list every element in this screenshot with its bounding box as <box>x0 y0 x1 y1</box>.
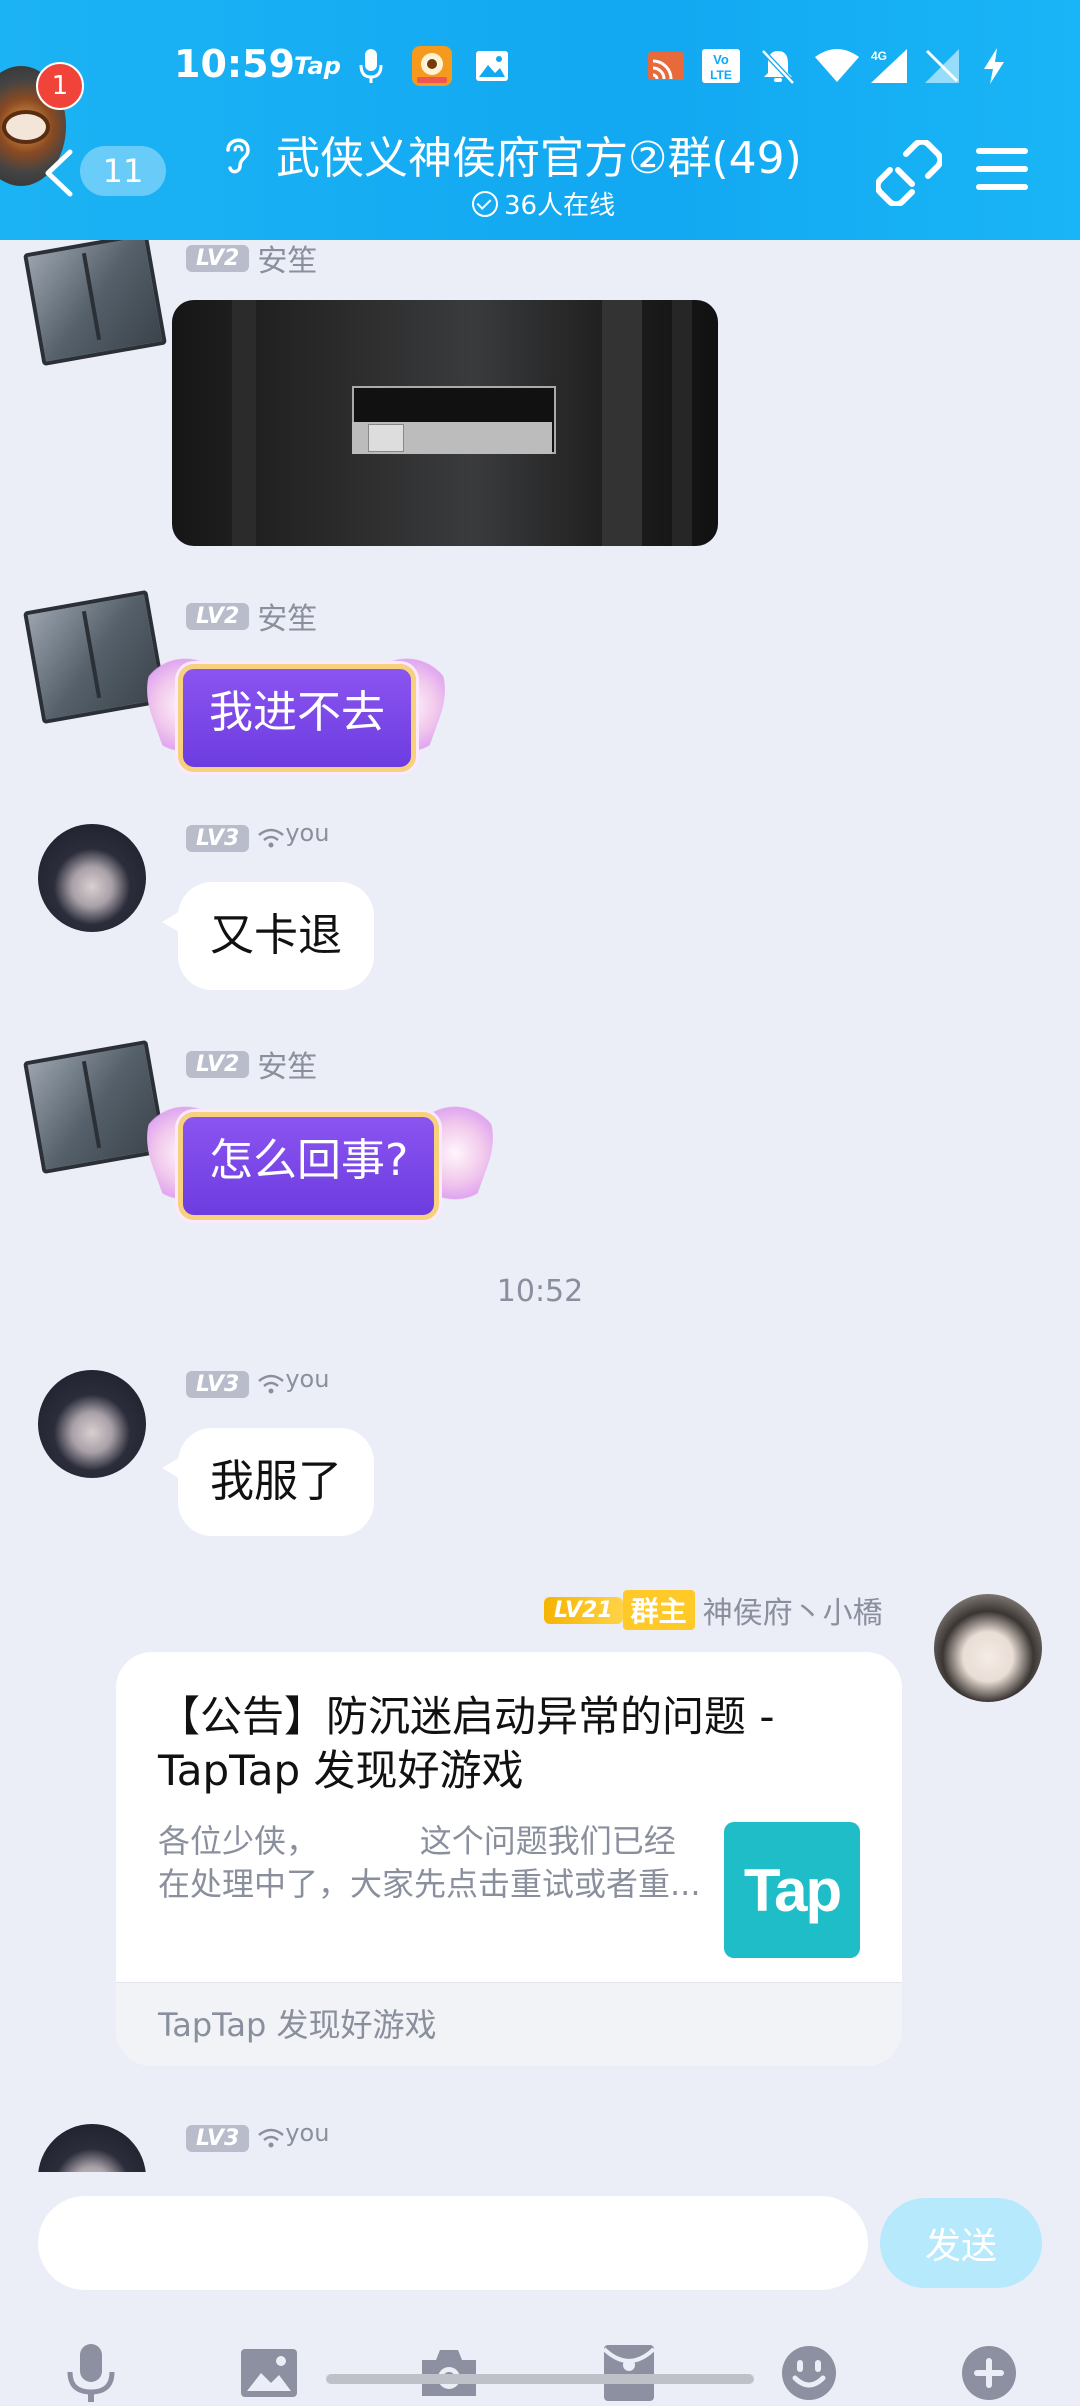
card-title: 【公告】防沉迷启动异常的问题 - TapTap 发现好游戏 <box>158 1692 775 1795</box>
ear-icon[interactable] <box>218 128 258 178</box>
taptap-logo: Tap <box>724 1822 860 1958</box>
level-badge: LV2 <box>186 244 250 272</box>
emoji-icon[interactable] <box>774 2340 844 2406</box>
chat-area[interactable]: LV2 安笙 LV2 安笙 我进不去 LV3 you 又卡退 LV2 安笙 怎么… <box>0 240 1080 2172</box>
avatar[interactable] <box>23 1039 167 1175</box>
message-input[interactable] <box>38 2196 868 2290</box>
gallery-icon <box>474 46 510 86</box>
status-time: 10:59 <box>174 42 295 86</box>
image-icon[interactable] <box>234 2340 304 2406</box>
wifi-icon <box>814 46 860 86</box>
sender-name[interactable]: you <box>285 1365 329 1393</box>
link-card[interactable]: 【公告】防沉迷启动异常的问题 - TapTap 发现好游戏 各位少侠， 这个问题… <box>116 1652 902 2066</box>
wifi-icon <box>257 827 285 849</box>
sender-row: LV3 you <box>186 1365 329 1402</box>
svg-text:LTE: LTE <box>710 68 732 82</box>
avatar[interactable] <box>934 1594 1042 1702</box>
owner-badge: 群主 <box>622 1590 695 1630</box>
card-description: 各位少侠， 这个问题我们已经在处理中了，大家先点击重试或者重... <box>158 1822 701 1903</box>
group-title[interactable]: 武侠义神侯府官方②群(49) <box>276 122 802 186</box>
avatar[interactable] <box>23 240 167 367</box>
wifi-icon <box>257 2127 285 2149</box>
message-bubble[interactable]: 又卡退 <box>162 882 374 990</box>
sender-name[interactable]: you <box>285 2119 329 2147</box>
unread-count-badge[interactable]: 11 <box>80 146 166 196</box>
status-bar: 10:59 Tap Vo LTE 4G <box>0 36 1080 100</box>
mic-icon[interactable] <box>56 2340 126 2406</box>
level-badge: LV21 <box>544 1596 623 1624</box>
sender-row: LV2 安笙 <box>186 240 317 279</box>
menu-button[interactable] <box>976 148 1028 194</box>
app-icon <box>410 46 454 86</box>
sender-row: LV2 安笙 <box>186 1046 317 1085</box>
check-circle-icon <box>472 190 498 217</box>
sender-name[interactable]: 安笙 <box>257 594 317 638</box>
mute-icon <box>758 46 798 86</box>
tap-app-indicator: Tap <box>294 52 341 80</box>
charging-icon <box>980 46 1008 86</box>
sender-row: LV3 you <box>186 2119 329 2156</box>
svg-text:4G: 4G <box>871 49 887 63</box>
sender-name[interactable]: 安笙 <box>257 240 317 280</box>
sender-row: LV2 安笙 <box>186 598 317 637</box>
send-button[interactable]: 发送 <box>880 2198 1042 2288</box>
wifi-icon <box>257 1373 285 1395</box>
avatar[interactable] <box>38 824 146 932</box>
level-badge: LV2 <box>186 1050 250 1078</box>
card-source: TapTap 发现好游戏 <box>116 1982 902 2066</box>
svg-text:Vo: Vo <box>713 52 729 67</box>
level-badge: LV2 <box>186 602 250 630</box>
sender-name[interactable]: 安笙 <box>257 1042 317 1086</box>
message-bubble[interactable]: 怎么回事? <box>178 1112 440 1220</box>
sender-name[interactable]: you <box>285 819 329 847</box>
online-status: 36人在线 <box>472 185 615 222</box>
mic-icon <box>358 46 384 86</box>
composer-bar: 发送 <box>0 2172 1080 2402</box>
cast-icon <box>646 46 686 86</box>
red-packet-icon[interactable] <box>594 2340 664 2406</box>
avatar[interactable] <box>23 589 167 725</box>
avatar[interactable] <box>38 1370 146 1478</box>
level-badge: LV3 <box>186 824 250 852</box>
plus-icon[interactable] <box>954 2340 1024 2406</box>
home-indicator[interactable] <box>326 2374 754 2384</box>
chat-header: 10:59 Tap Vo LTE 4G 1 11 武侠义神侯府官方②群(49) … <box>0 0 1080 240</box>
volte-icon: Vo LTE <box>700 46 742 86</box>
chevron-left-icon <box>45 149 73 197</box>
link-icon[interactable] <box>874 138 944 208</box>
notification-badge: 1 <box>36 62 84 110</box>
level-badge: LV3 <box>186 1370 250 1398</box>
online-count: 36人在线 <box>504 191 616 221</box>
sender-row: LV3 you <box>186 819 329 856</box>
message-timestamp: 10:52 <box>496 1274 584 1309</box>
image-message[interactable] <box>172 300 718 546</box>
message-bubble[interactable]: 我进不去 <box>178 664 416 772</box>
sender-row: LV21 群主 神侯府丶小橋 <box>544 1590 883 1631</box>
camera-icon[interactable] <box>414 2340 484 2406</box>
message-bubble[interactable]: 我服了 <box>162 1428 374 1536</box>
signal-4g-icon: 4G <box>868 46 910 86</box>
back-button[interactable] <box>40 148 80 198</box>
avatar[interactable] <box>38 2124 146 2172</box>
level-badge: LV3 <box>186 2124 250 2152</box>
sender-name[interactable]: 神侯府丶小橋 <box>703 1588 883 1632</box>
signal-icon <box>922 46 962 86</box>
